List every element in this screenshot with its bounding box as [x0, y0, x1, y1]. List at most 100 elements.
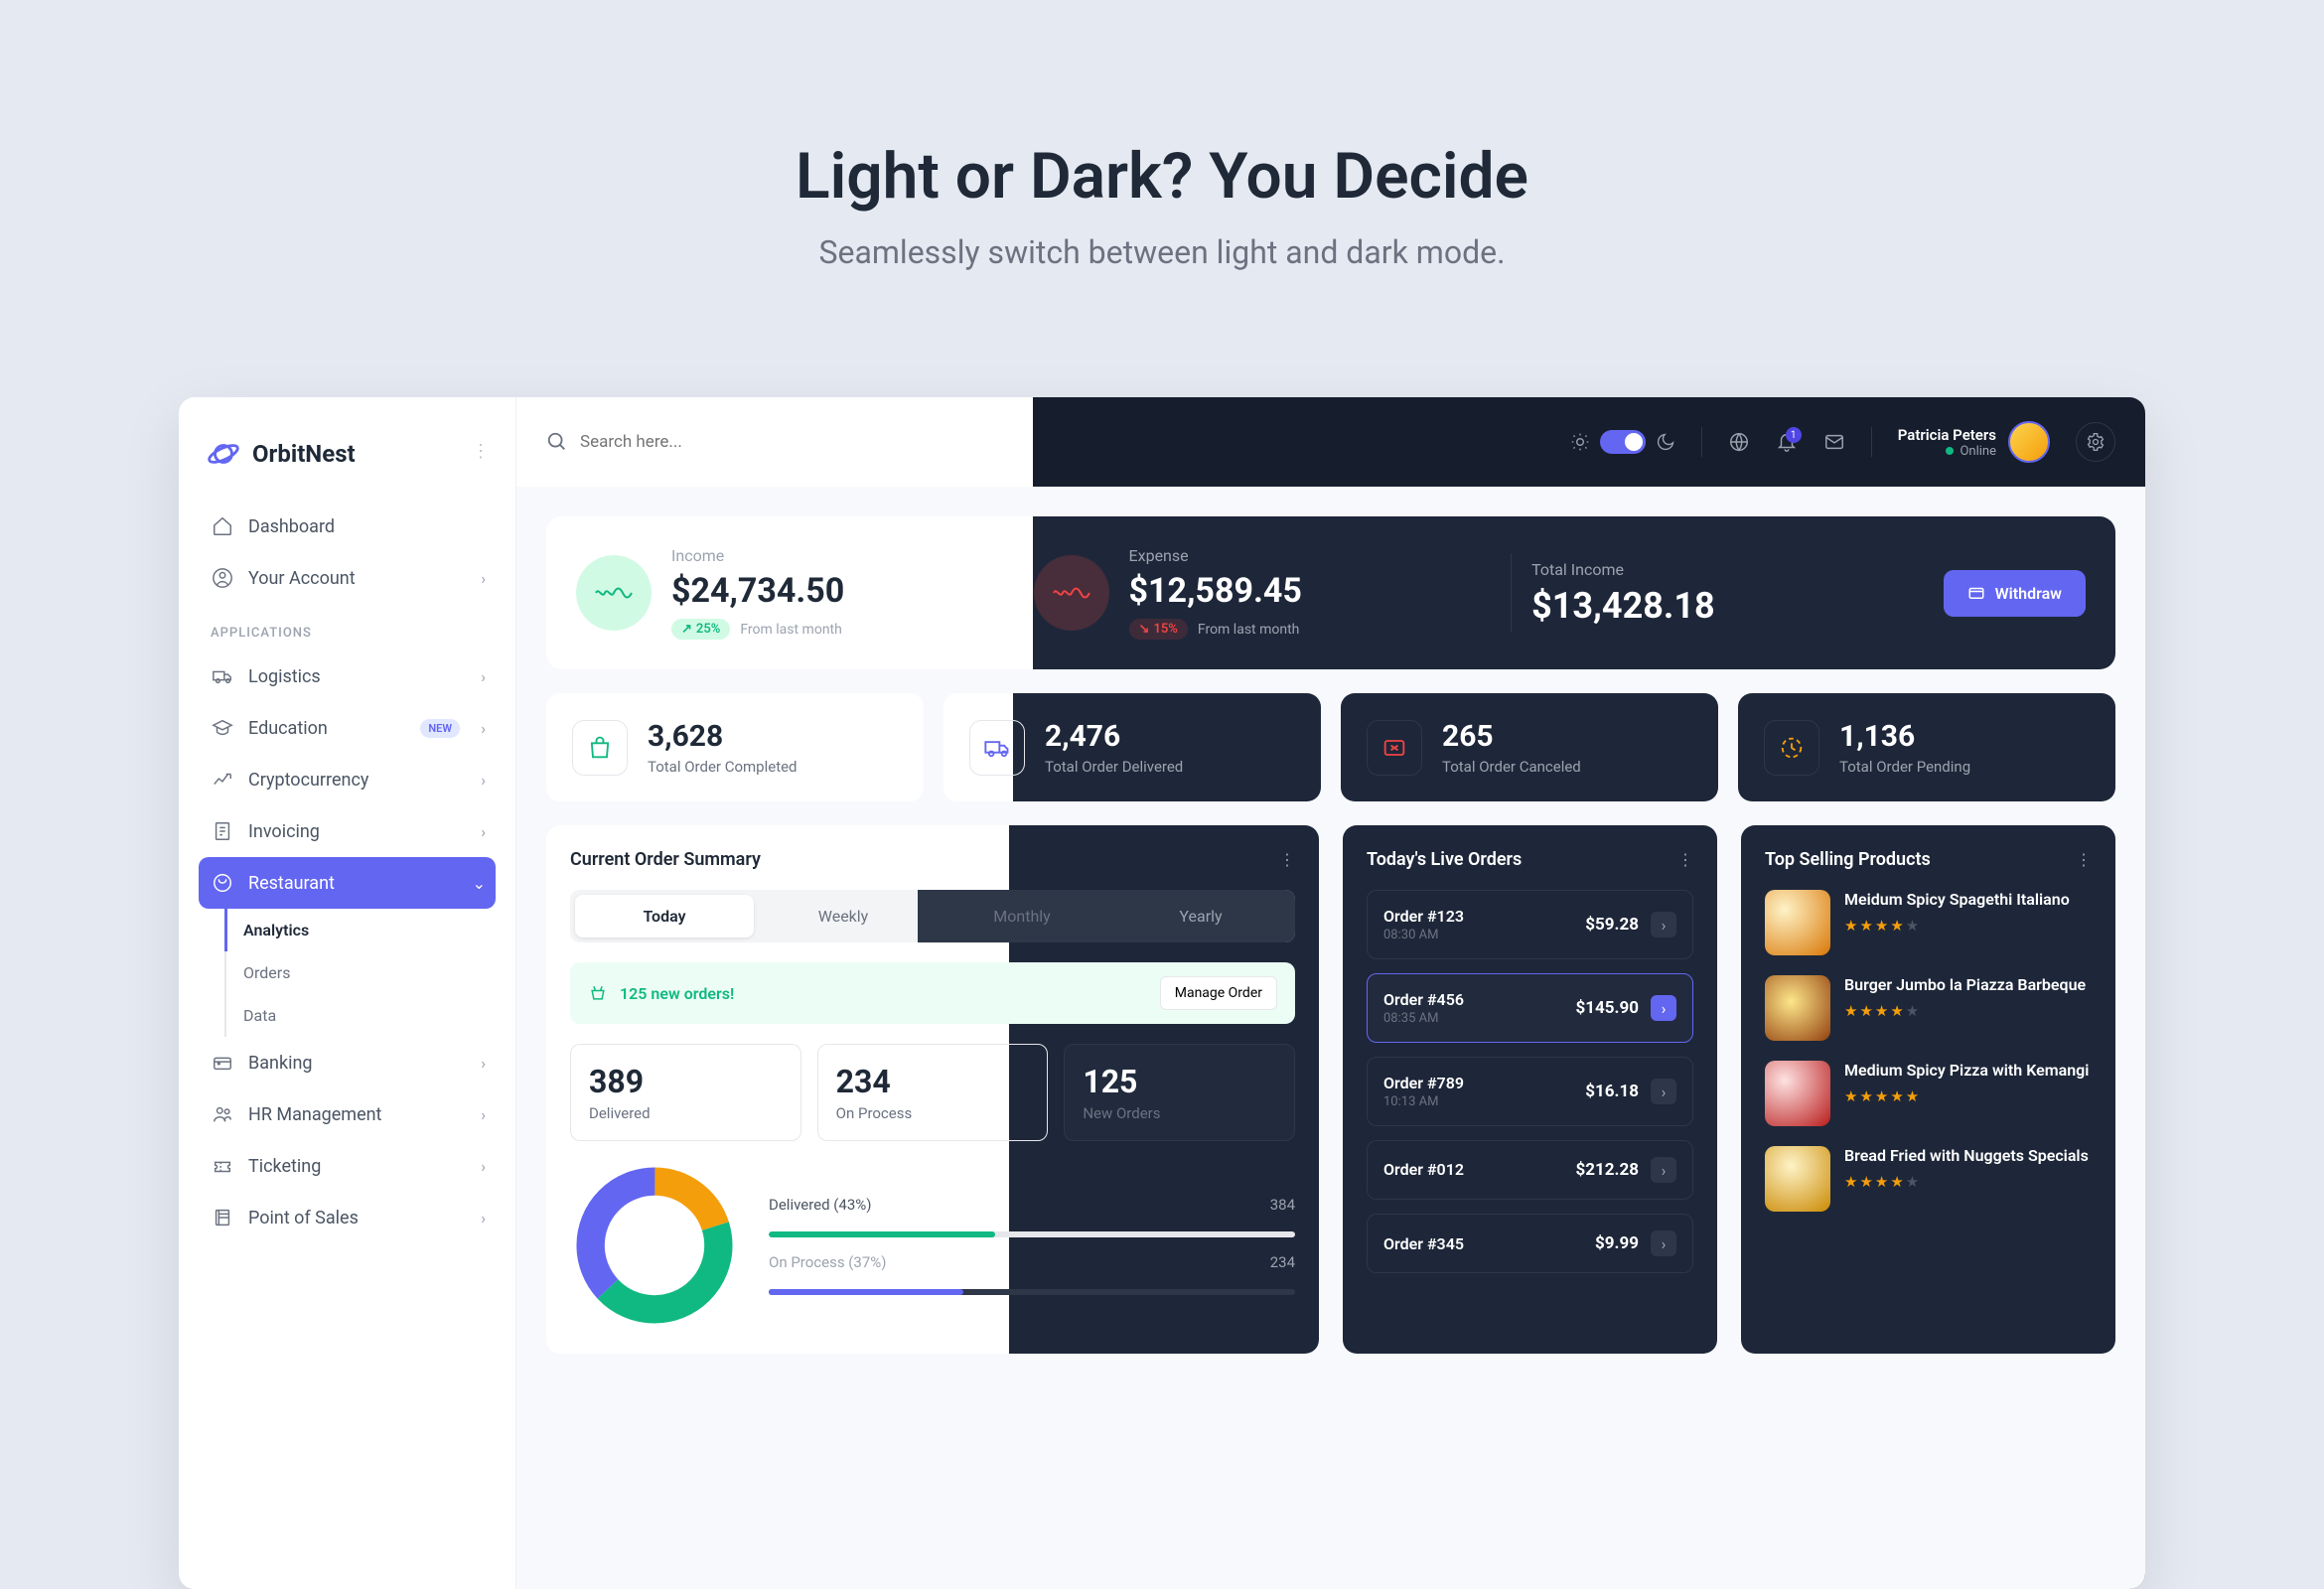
stat-label: Total Order Pending [1839, 758, 1970, 776]
expense-icon [1034, 555, 1109, 631]
rating-stars: ★★★★★ [1844, 917, 2070, 935]
stat-value: 389 [589, 1063, 783, 1100]
chevron-right-icon: › [481, 1157, 486, 1176]
panel-title: Today's Live Orders [1367, 849, 1522, 870]
stat-value: 125 [1083, 1063, 1276, 1100]
kpi-value: $13,428.18 [1531, 585, 1943, 627]
kpi-meta: From last month [1198, 622, 1299, 638]
order-time: 08:30 AM [1383, 928, 1464, 942]
banking-icon [211, 1051, 234, 1075]
hero-subtitle: Seamlessly switch between light and dark… [0, 233, 2324, 271]
product-item[interactable]: Meidum Spicy Spagethi Italiano ★★★★★ [1765, 890, 2092, 955]
order-price: $59.28 [1585, 915, 1639, 935]
search-icon [546, 431, 568, 453]
manage-order-button[interactable]: Manage Order [1160, 976, 1277, 1010]
legend-label: Delivered (43%) [769, 1196, 872, 1214]
product-item[interactable]: Bread Fried with Nuggets Specials ★★★★★ [1765, 1146, 2092, 1212]
avatar [2008, 421, 2050, 463]
tab-yearly[interactable]: Yearly [1111, 895, 1290, 938]
stat-delivered: 2,476Total Order Delivered [944, 693, 1321, 801]
product-name: Medium Spicy Pizza with Kemangi [1844, 1061, 2089, 1082]
settings-button[interactable] [2076, 422, 2115, 462]
chevron-right-icon: › [481, 1105, 486, 1124]
notifications-button[interactable]: 1 [1776, 431, 1798, 453]
nav-hr[interactable]: HR Management › [199, 1088, 496, 1140]
nav-logistics[interactable]: Logistics › [199, 650, 496, 702]
mail-icon[interactable] [1823, 431, 1845, 453]
stat-label: New Orders [1083, 1104, 1276, 1122]
product-image [1765, 975, 1830, 1041]
brand-name: OrbitNest [252, 440, 356, 468]
new-orders-alert: 125 new orders! Manage Order [570, 962, 1295, 1024]
theme-toggle[interactable] [1570, 430, 1675, 454]
order-item[interactable]: Order #78910:13 AM$16.18› [1367, 1057, 1693, 1126]
panel-menu-icon[interactable]: ⋮ [1279, 850, 1295, 869]
product-item[interactable]: Medium Spicy Pizza with Kemangi ★★★★★ [1765, 1061, 2092, 1126]
hero-title: Light or Dark? You Decide [0, 139, 2324, 214]
stat-value: 265 [1442, 719, 1581, 754]
trend-badge: ↘ 15% [1129, 619, 1188, 640]
moon-icon [1656, 432, 1675, 452]
order-id: Order #789 [1383, 1074, 1464, 1092]
product-name: Bread Fried with Nuggets Specials [1844, 1146, 2089, 1167]
panel-menu-icon[interactable]: ⋮ [2076, 850, 2092, 869]
nav-label: Cryptocurrency [248, 770, 368, 791]
mini-stat-process: 234On Process [817, 1044, 1049, 1141]
user-menu[interactable]: Patricia Peters Online [1898, 421, 2050, 463]
tab-today[interactable]: Today [575, 895, 754, 938]
order-item[interactable]: Order #345$9.99› [1367, 1214, 1693, 1273]
basket-icon [588, 983, 608, 1003]
withdraw-button[interactable]: Withdraw [1944, 570, 2086, 617]
brand-logo[interactable]: OrbitNest ⋮ [199, 427, 496, 501]
nav-account[interactable]: Your Account › [199, 552, 496, 604]
stat-value: 1,136 [1839, 719, 1970, 754]
nav-label: Your Account [248, 568, 356, 589]
stats-row: 3,628Total Order Completed 2,476Total Or… [546, 693, 2115, 801]
chevron-right-icon: › [481, 1054, 486, 1073]
product-item[interactable]: Burger Jumbo la Piazza Barbeque★★★★★ [1765, 975, 2092, 1041]
legend-count: 384 [1270, 1196, 1295, 1214]
topbar: 1 Patricia Peters Online [516, 397, 2145, 487]
nav-banking[interactable]: Banking › [199, 1037, 496, 1088]
product-image [1765, 1146, 1830, 1212]
toggle-switch[interactable] [1600, 430, 1646, 454]
sub-data[interactable]: Data [224, 994, 496, 1037]
order-item[interactable]: Order #12308:30 AM$59.28› [1367, 890, 1693, 959]
truck-icon [211, 664, 234, 688]
globe-icon[interactable] [1728, 431, 1750, 453]
kpi-value: $12,589.45 [1129, 571, 1302, 611]
nav-restaurant[interactable]: Restaurant ⌄ [199, 857, 496, 909]
nav-pos[interactable]: Point of Sales › [199, 1192, 496, 1243]
panel-menu-icon[interactable]: ⋮ [1677, 850, 1693, 869]
order-summary-panel: Current Order Summary⋮ Today Weekly Mont… [546, 825, 1319, 1354]
chevron-right-icon: › [481, 771, 486, 790]
nav-label: Point of Sales [248, 1208, 359, 1228]
nav-invoicing[interactable]: Invoicing › [199, 805, 496, 857]
order-item[interactable]: Order #45608:35 AM$145.90› [1367, 973, 1693, 1043]
sub-analytics[interactable]: Analytics [224, 909, 496, 951]
rating-stars: ★★★★★ [1844, 1002, 2086, 1020]
live-orders-panel: Today's Live Orders ⋮ Order #123 08:30 AM $… [1343, 825, 1717, 1354]
nav-ticketing[interactable]: Ticketing › [199, 1140, 496, 1192]
nav-dashboard[interactable]: Dashboard [199, 501, 496, 552]
product-image [1765, 1061, 1830, 1126]
order-id: Order #123 [1383, 907, 1464, 926]
search-input[interactable] [580, 432, 838, 452]
sidebar-menu-icon[interactable]: ⋮ [472, 441, 490, 462]
kpi-total: Total Income $13,428.18 [1531, 560, 1943, 627]
nav-education[interactable]: Education NEW › [199, 702, 496, 754]
rating-stars: ★★★★★ [1844, 1087, 2089, 1105]
product-name: Meidum Spicy Spagethi Italiano [1844, 890, 2070, 911]
order-price: $212.28 [1576, 1160, 1639, 1180]
home-icon [211, 514, 234, 538]
summary-tabs: Today Weekly Monthly Yearly [570, 890, 1295, 942]
order-item[interactable]: Order #012$212.28› [1367, 1140, 1693, 1200]
sub-orders[interactable]: Orders [224, 951, 496, 994]
search-box[interactable] [546, 431, 838, 453]
nav-crypto[interactable]: Cryptocurrency › [199, 754, 496, 805]
rating-stars: ★★★★★ [1844, 1173, 2089, 1191]
wallet-icon [1967, 584, 1985, 602]
order-price: $9.99 [1595, 1233, 1639, 1253]
tab-weekly[interactable]: Weekly [754, 895, 933, 938]
tab-monthly[interactable]: Monthly [933, 895, 1111, 938]
